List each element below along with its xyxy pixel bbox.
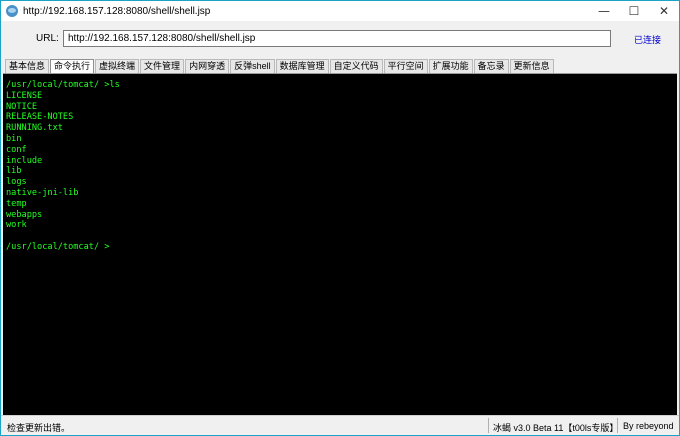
tab-bar: 基本信息 命令执行 虚拟终端 文件管理 内网穿透 反弹shell 数据库管理 自定义代码 平行空…: [5, 59, 555, 74]
close-button[interactable]: ✕: [649, 1, 679, 21]
terminal-line: logs: [6, 177, 27, 188]
tab-1[interactable]: 命令执行: [50, 59, 95, 74]
terminal-line: temp: [6, 198, 27, 209]
maximize-icon: ☐: [628, 4, 640, 18]
terminal-line: native-jni-lib: [6, 188, 79, 198]
terminal-line: LICENSE: [6, 90, 43, 101]
version-info: 冰蝎 v3.0 Beta 11【t00ls专版】: [493, 423, 619, 433]
tab-6[interactable]: 数据库管理: [275, 59, 329, 73]
minimize-icon: —: [598, 4, 610, 18]
terminal-line: lib: [6, 166, 22, 177]
tab-4[interactable]: 内网穿透: [185, 59, 230, 73]
minimize-button[interactable]: —: [589, 1, 619, 21]
terminal-line: webapps: [6, 209, 43, 220]
title-bar[interactable]: http://192.168.157.128:8080/shell/shell.…: [1, 1, 679, 21]
maximize-button[interactable]: ☐: [619, 1, 649, 21]
terminal-line: conf: [6, 144, 27, 155]
tab-3[interactable]: 文件管理: [140, 59, 185, 73]
terminal-line: /usr/local/tomcat/ >: [6, 242, 110, 252]
connection-status[interactable]: 已连接: [634, 33, 661, 46]
tab-8[interactable]: 平行空间: [383, 59, 428, 73]
terminal-line: RUNNING.txt: [6, 123, 63, 134]
status-separator: [617, 418, 618, 433]
window-title: http://192.168.157.128:8080/shell/shell.…: [23, 5, 211, 17]
tab-9[interactable]: 扩展功能: [428, 59, 473, 73]
app-logo-icon: [6, 5, 18, 17]
url-label: URL:: [36, 33, 59, 44]
app-window: http://192.168.157.128:8080/shell/shell.…: [0, 0, 680, 436]
window-controls: — ☐ ✕: [589, 1, 679, 21]
tab-2[interactable]: 虚拟终端: [95, 59, 140, 73]
tab-7[interactable]: 自定义代码: [329, 59, 383, 73]
url-bar: URL: http://192.168.157.128:8080/shell/s…: [1, 21, 679, 57]
author-info: By rebeyond: [623, 421, 674, 431]
terminal-line: /usr/local/tomcat/ >ls: [6, 80, 120, 90]
terminal-line: NOTICE: [6, 101, 38, 112]
tab-0[interactable]: 基本信息: [5, 59, 50, 73]
terminal-line: include: [6, 155, 43, 166]
close-icon: ✕: [658, 4, 670, 18]
tab-5[interactable]: 反弹shell: [230, 59, 275, 73]
tab-11[interactable]: 更新信息: [509, 59, 554, 73]
terminal-line: RELEASE-NOTES: [6, 112, 74, 123]
command-terminal[interactable]: /usr/local/tomcat/ >ls LICENSE NOTICE RELEA…: [3, 74, 677, 415]
tab-10[interactable]: 备忘录: [473, 59, 509, 73]
terminal-line: work: [6, 220, 27, 231]
status-message: 检查更新出错。: [7, 423, 71, 433]
status-bar: 检查更新出错。 冰蝎 v3.0 Beta 11【t00ls专版】 By rebe…: [1, 415, 679, 435]
url-input[interactable]: http://192.168.157.128:8080/shell/shell.…: [63, 30, 611, 47]
terminal-line: bin: [6, 134, 22, 144]
status-separator: [488, 418, 489, 433]
